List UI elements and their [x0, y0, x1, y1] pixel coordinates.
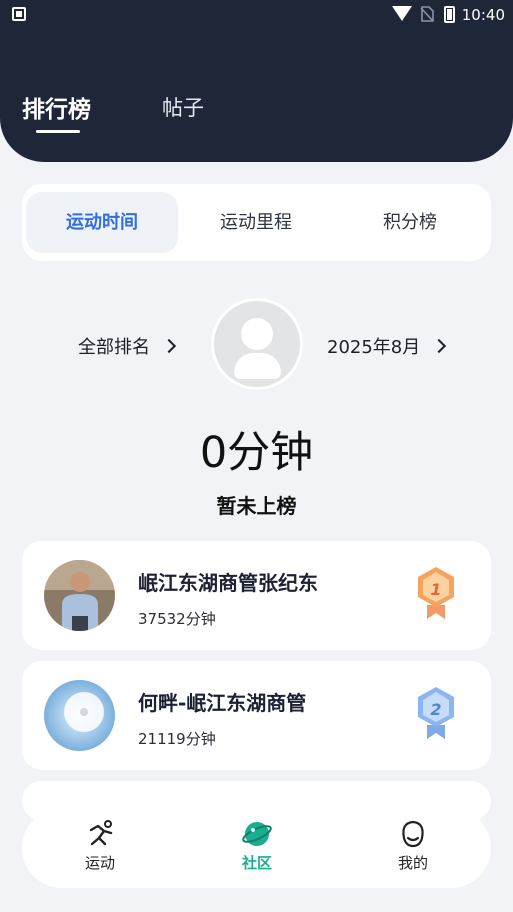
segment-exercise-distance[interactable]: 运动里程	[180, 192, 332, 253]
wifi-icon	[392, 6, 412, 21]
user-avatar	[44, 680, 115, 751]
run-icon	[89, 820, 113, 846]
tab-leaderboard-label: 排行榜	[22, 97, 91, 123]
status-time: 10:40	[461, 6, 505, 24]
nav-community[interactable]: 社区	[212, 820, 302, 873]
header-panel: 10:40 排行榜 帖子	[0, 0, 513, 162]
user-avatar	[44, 560, 115, 631]
nav-profile[interactable]: 我的	[368, 820, 458, 873]
nav-exercise-label: 运动	[84, 854, 115, 872]
period-selector[interactable]: 2025年8月	[327, 333, 447, 359]
nav-exercise[interactable]: 运动	[55, 820, 145, 873]
status-bar: 10:40	[0, 0, 513, 30]
battery-icon	[444, 6, 455, 23]
nav-profile-label: 我的	[397, 854, 428, 872]
rank-1-medal-icon: 1	[418, 567, 454, 619]
chevron-right-icon	[161, 338, 177, 354]
ranking-type-segment: 运动时间 运动里程 积分榜	[22, 184, 491, 261]
tab-posts-label: 帖子	[162, 96, 204, 120]
segment-points[interactable]: 积分榜	[334, 192, 486, 253]
planet-icon	[242, 822, 272, 846]
user-minutes: 21119分钟	[138, 730, 216, 748]
user-minutes: 37532分钟	[138, 610, 216, 628]
segment-exercise-time[interactable]: 运动时间	[26, 192, 178, 253]
bottom-nav: 运动 社区 我的	[22, 808, 491, 888]
rank-2-medal-icon: 2	[418, 687, 454, 739]
user-name: 岷江东湖商管张纪东	[138, 571, 318, 595]
no-sim-icon	[420, 6, 434, 22]
scope-selector[interactable]: 全部排名	[78, 333, 177, 359]
nav-community-label: 社区	[241, 854, 272, 872]
tab-active-indicator	[36, 130, 80, 133]
my-score: 0分钟	[199, 428, 314, 478]
ranking-row[interactable]: 岷江东湖商管张纪东 37532分钟 1	[22, 541, 491, 650]
notification-icon	[12, 7, 26, 21]
user-name: 何畔-岷江东湖商管	[138, 691, 307, 715]
rank-status: 暂未上榜	[216, 494, 297, 518]
scope-label: 全部排名	[78, 337, 150, 358]
face-icon	[402, 820, 424, 848]
tab-posts[interactable]: 帖子	[162, 92, 204, 122]
my-avatar	[211, 298, 303, 390]
svg-text:2: 2	[430, 700, 441, 719]
period-label: 2025年8月	[327, 337, 421, 358]
ranking-row[interactable]: 何畔-岷江东湖商管 21119分钟 2	[22, 661, 491, 770]
tab-leaderboard[interactable]: 排行榜	[22, 90, 91, 133]
chevron-right-icon	[432, 338, 447, 354]
svg-text:1: 1	[430, 580, 441, 599]
